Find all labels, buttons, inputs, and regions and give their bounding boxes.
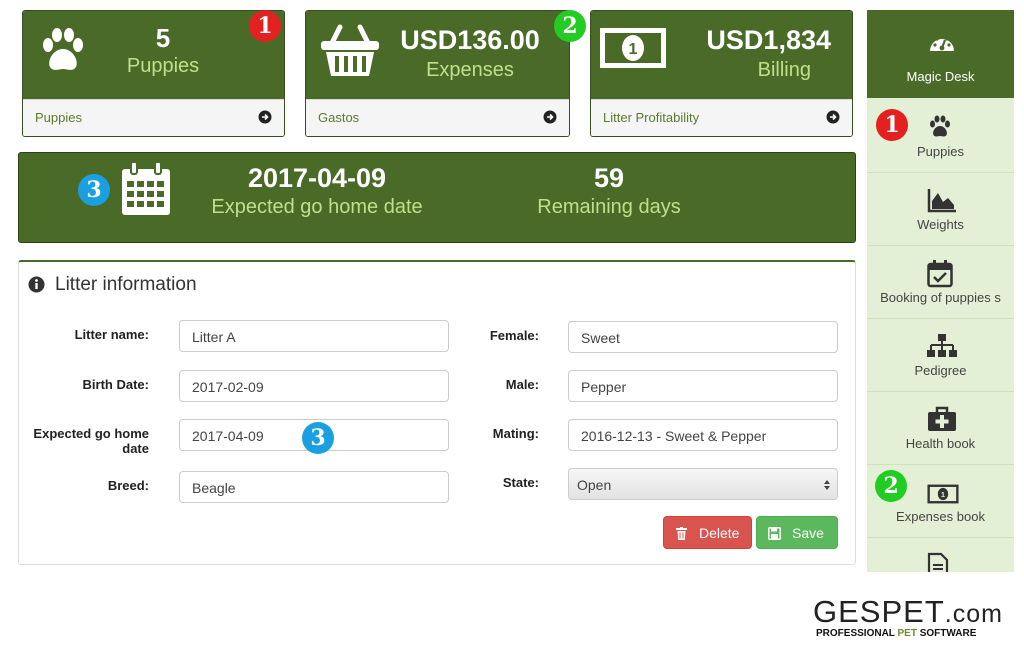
delete-button-label: Delete (699, 525, 740, 541)
file-icon (927, 552, 949, 572)
breed-input[interactable]: Beagle (179, 471, 449, 503)
sidebar-item-label: Pedigree (914, 363, 967, 378)
logo-tagline: PROFESSIONAL PET SOFTWARE (816, 628, 976, 639)
sitemap-icon (927, 334, 957, 357)
male-label: Male: (505, 377, 539, 392)
female-label: Female: (489, 328, 539, 343)
sidebar-item-label: Booking of puppies s (880, 290, 1001, 305)
callout-badge-1: 1 (249, 10, 281, 42)
litter-name-label: Litter name: (74, 327, 149, 342)
go-home-date-field-label: Expected go home date (33, 426, 149, 456)
delete-button[interactable]: Delete (663, 516, 752, 549)
billing-amount: USD1,834 (706, 25, 831, 55)
area-chart-icon (927, 189, 956, 213)
magic-desk-sidebar: Magic Desk Puppies 1 Weights Booking of … (867, 10, 1014, 572)
profitability-footer-link[interactable]: Litter Profitability (591, 99, 852, 136)
puppies-stat-card: 5 Puppies Puppies (22, 10, 285, 137)
female-input[interactable]: Sweet (568, 321, 838, 353)
go-home-date: 2017-04-09 (247, 163, 387, 193)
go-home-date-label: Expected go home date (211, 196, 423, 218)
panel-title: Litter information (55, 274, 197, 295)
sidebar-item-booking[interactable]: Booking of puppies s (867, 246, 1014, 319)
callout-badge-2: 2 (554, 10, 586, 42)
logo-tagline-b: PET (897, 628, 917, 639)
magic-desk-title: Magic Desk (906, 69, 975, 84)
money-icon: 1 (927, 484, 959, 504)
state-select[interactable]: Open (568, 468, 838, 500)
sidebar-item-weights[interactable]: Weights (867, 173, 1014, 246)
paw-icon (930, 115, 950, 137)
expenses-amount: USD136.00 (400, 25, 540, 55)
callout-badge-1-sidebar: 1 (876, 109, 908, 141)
save-button[interactable]: Save (756, 516, 838, 549)
billing-stat-header: 1 USD1,834 Billing (591, 11, 852, 99)
state-label: State: (502, 475, 539, 490)
sidebar-item-label: Weights (917, 217, 964, 232)
magic-desk-header[interactable]: Magic Desk (867, 10, 1014, 98)
profitability-footer-label: Litter Profitability (603, 110, 700, 125)
callout-badge-2-sidebar: 2 (875, 470, 907, 502)
dashboard-gauge-icon (930, 34, 954, 51)
male-input[interactable]: Pepper (568, 370, 838, 402)
svg-text:1: 1 (629, 41, 638, 58)
birth-date-input[interactable]: 2017-02-09 (179, 370, 449, 402)
puppies-count: 5 (155, 23, 171, 53)
arrow-circle-right-icon (826, 110, 840, 124)
puppies-footer-label: Puppies (35, 110, 82, 125)
puppies-stat-header: 5 Puppies (23, 11, 284, 99)
expenses-stat-header: USD136.00 Expenses (306, 11, 569, 99)
billing-label: Billing (757, 59, 811, 81)
callout-badge-3-field: 3 (302, 422, 334, 454)
expenses-stat-card: USD136.00 Expenses Gastos (305, 10, 570, 137)
expenses-footer-link[interactable]: Gastos (306, 99, 569, 136)
save-button-label: Save (792, 525, 824, 541)
logo-wordmark: GESPET.com (813, 594, 1003, 630)
expenses-label: Expenses (426, 59, 514, 81)
remaining-days-label: Remaining days (537, 196, 681, 218)
gespet-logo: GESPET.com PROFESSIONAL PET SOFTWARE (813, 594, 1013, 642)
basket-icon (321, 24, 379, 76)
logo-tld: .com (944, 600, 1003, 628)
logo-tagline-a: PROFESSIONAL (816, 628, 898, 639)
litter-info-panel: Litter information Litter name: Litter A… (18, 260, 856, 565)
trash-icon (676, 527, 687, 540)
medkit-icon (928, 406, 956, 431)
state-selected-value: Open (577, 477, 612, 493)
svg-text:1: 1 (941, 490, 945, 499)
litter-name-input[interactable]: Litter A (179, 320, 449, 352)
arrow-circle-right-icon (543, 110, 557, 124)
mating-input[interactable]: 2016-12-13 - Sweet & Pepper (568, 419, 838, 451)
calendar-icon (122, 161, 170, 215)
sidebar-item-documents[interactable] (867, 538, 1014, 572)
sidebar-item-label: Health book (905, 436, 976, 451)
floppy-disk-icon (768, 527, 781, 540)
select-arrows-icon (824, 480, 830, 490)
sidebar-item-pedigree[interactable]: Pedigree (867, 319, 1014, 392)
sidebar-item-label: Expenses book (896, 509, 985, 524)
mating-label: Mating: (492, 426, 539, 441)
sidebar-item-health-book[interactable]: Health book (867, 392, 1014, 465)
logo-brand: GESPET (813, 594, 945, 629)
birth-date-label: Birth Date: (82, 377, 149, 392)
billing-stat-card: 1 USD1,834 Billing Litter Profitability (590, 10, 853, 137)
logo-tagline-c: SOFTWARE (916, 628, 977, 639)
breed-label: Breed: (107, 478, 149, 493)
calendar-check-icon (927, 260, 953, 288)
go-home-banner: 3 2017-04-09 Expected go home date 59 Re… (18, 152, 856, 243)
paw-icon (43, 28, 83, 70)
puppies-label: Puppies (126, 55, 200, 77)
expenses-footer-label: Gastos (318, 110, 360, 125)
sidebar-item-label: Puppies (917, 144, 964, 159)
remaining-days-count: 59 (593, 163, 625, 193)
info-circle-icon (28, 276, 45, 293)
puppies-footer-link[interactable]: Puppies (23, 99, 284, 136)
callout-badge-3: 3 (78, 174, 110, 206)
arrow-circle-right-icon (258, 110, 272, 124)
money-icon: 1 (600, 28, 666, 68)
